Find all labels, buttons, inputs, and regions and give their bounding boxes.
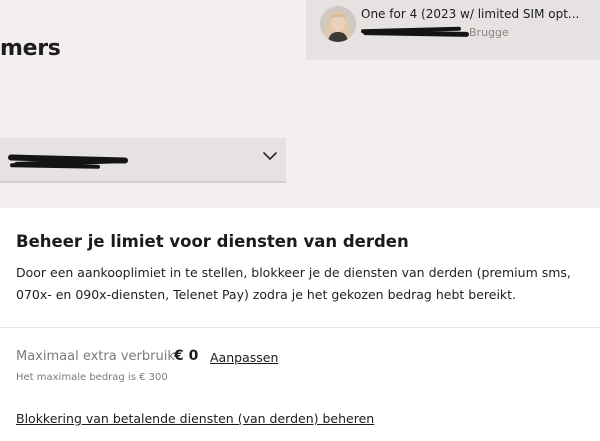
chevron-down-icon[interactable] [263,151,277,161]
divider [0,327,600,328]
number-selector[interactable] [0,138,286,183]
manage-blocking-link[interactable]: Blokkering van betalende diensten (van d… [16,411,374,426]
avatar [320,6,356,42]
limit-hint: Het maximale bedrag is € 300 [16,372,168,383]
limit-value: € 0 [174,348,199,364]
account-plan-title: One for 4 (2023 w/ limited SIM opt... [361,7,580,21]
account-address: Brugge [360,26,597,42]
adjust-limit-link[interactable]: Aanpassen [210,350,278,365]
limit-label: Maximaal extra verbruik [16,349,175,364]
account-city: Brugge [469,26,509,39]
selected-number-redacted [8,150,158,170]
account-card[interactable]: One for 4 (2023 w/ limited SIM opt... Br… [306,0,600,60]
user-avatar-photo-icon [320,6,356,42]
page-title: mers [0,36,61,61]
section-title: Beheer je limiet voor diensten van derde… [16,232,409,251]
section-description: Door een aankooplimiet in te stellen, bl… [16,265,571,302]
redaction-mark [9,163,101,169]
